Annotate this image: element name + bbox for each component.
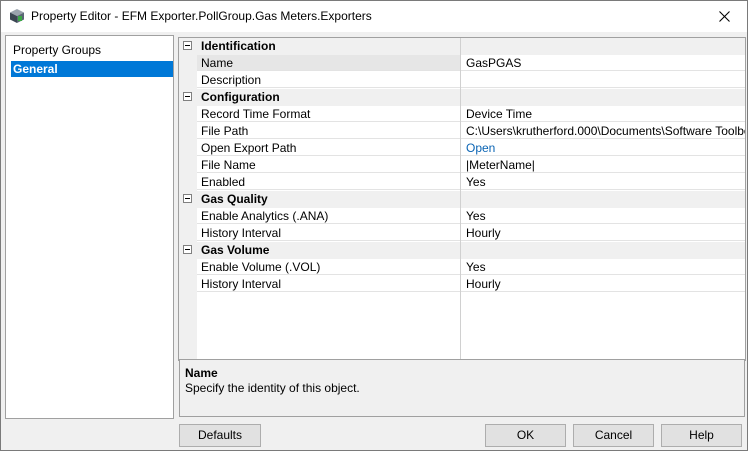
property-value[interactable]: Yes	[461, 259, 745, 275]
description-title: Name	[185, 366, 218, 380]
property-value[interactable]: Hourly	[461, 225, 745, 241]
property-row[interactable]: Name GasPGAS	[179, 55, 745, 72]
property-name[interactable]: History Interval	[197, 276, 460, 292]
collapse-icon[interactable]	[183, 41, 192, 50]
property-editor-window: Property Editor - EFM Exporter.PollGroup…	[0, 0, 748, 451]
collapse-icon[interactable]	[183, 245, 192, 254]
property-row[interactable]: Enabled Yes	[179, 174, 745, 191]
property-name[interactable]: Name	[197, 55, 460, 71]
ok-button[interactable]: OK	[485, 424, 566, 447]
property-value[interactable]: |MeterName|	[461, 157, 745, 173]
property-name[interactable]: Record Time Format	[197, 106, 460, 122]
property-value[interactable]: Hourly	[461, 276, 745, 292]
close-button[interactable]	[701, 1, 747, 32]
collapse-icon[interactable]	[183, 194, 192, 203]
property-name[interactable]: File Path	[197, 123, 460, 139]
property-name[interactable]: Enabled	[197, 174, 460, 190]
property-row[interactable]: Open Export Path Open	[179, 140, 745, 157]
cancel-button[interactable]: Cancel	[573, 424, 654, 447]
property-value[interactable]: C:\Users\krutherford.000\Documents\Softw…	[461, 123, 745, 139]
property-value[interactable]: Device Time	[461, 106, 745, 122]
property-name[interactable]: Open Export Path	[197, 140, 460, 156]
description-panel: Name Specify the identity of this object…	[179, 359, 745, 417]
open-export-path-link[interactable]: Open	[461, 140, 745, 156]
collapse-icon[interactable]	[183, 92, 192, 101]
property-row[interactable]: File Path C:\Users\krutherford.000\Docum…	[179, 123, 745, 140]
description-text: Specify the identity of this object.	[185, 381, 360, 395]
category-gas-volume[interactable]: Gas Volume	[179, 242, 745, 259]
category-gas-quality[interactable]: Gas Quality	[179, 191, 745, 208]
property-row[interactable]: Record Time Format Device Time	[179, 106, 745, 123]
property-grid: Identification Name GasPGAS Description …	[178, 37, 746, 361]
property-name[interactable]: History Interval	[197, 225, 460, 241]
property-row[interactable]: Enable Volume (.VOL) Yes	[179, 259, 745, 276]
property-row[interactable]: Enable Analytics (.ANA) Yes	[179, 208, 745, 225]
category-label: Gas Quality	[201, 192, 268, 206]
property-value[interactable]: Yes	[461, 208, 745, 224]
category-identification[interactable]: Identification	[179, 38, 745, 55]
property-groups-panel: Property Groups General	[5, 35, 174, 419]
property-groups-title: Property Groups	[13, 43, 102, 57]
property-name[interactable]: File Name	[197, 157, 460, 173]
property-name[interactable]: Enable Volume (.VOL)	[197, 259, 460, 275]
category-label: Configuration	[201, 90, 280, 104]
property-value[interactable]: GasPGAS	[461, 55, 745, 71]
category-configuration[interactable]: Configuration	[179, 89, 745, 106]
category-label: Gas Volume	[201, 243, 270, 257]
group-item-general[interactable]: General	[11, 61, 173, 77]
property-value[interactable]: Yes	[461, 174, 745, 190]
property-name[interactable]: Enable Analytics (.ANA)	[197, 208, 460, 224]
property-row[interactable]: History Interval Hourly	[179, 276, 745, 293]
property-row[interactable]: File Name |MeterName|	[179, 157, 745, 174]
property-name[interactable]: Description	[197, 72, 460, 88]
window-title: Property Editor - EFM Exporter.PollGroup…	[31, 9, 372, 23]
category-label: Identification	[201, 39, 276, 53]
property-row[interactable]: Description	[179, 72, 745, 89]
close-icon	[718, 11, 730, 22]
column-divider[interactable]	[460, 38, 461, 360]
property-row[interactable]: History Interval Hourly	[179, 225, 745, 242]
app-cube-icon	[9, 8, 25, 24]
help-button[interactable]: Help	[661, 424, 742, 447]
title-bar: Property Editor - EFM Exporter.PollGroup…	[1, 1, 747, 32]
property-value[interactable]	[461, 72, 745, 88]
defaults-button[interactable]: Defaults	[179, 424, 261, 447]
